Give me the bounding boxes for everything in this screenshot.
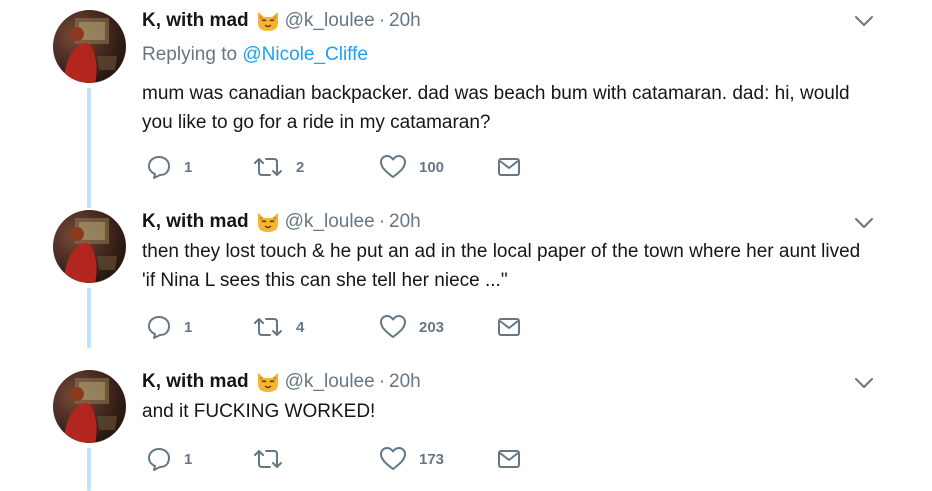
envelope-icon <box>498 450 520 468</box>
thread-line <box>87 88 91 208</box>
reply-count: 1 <box>184 158 193 176</box>
dm-button[interactable] <box>497 153 521 181</box>
reply-icon <box>148 156 170 179</box>
tweet-actions: 1 2 100 <box>142 153 542 181</box>
tweet-text: mum was canadian backpacker. dad was bea… <box>142 83 850 133</box>
avatar[interactable] <box>53 210 126 283</box>
replying-to-label: Replying to <box>142 44 238 65</box>
timestamp[interactable]: 20h <box>389 10 421 32</box>
heart-icon <box>380 155 406 178</box>
reply-button[interactable]: 1 <box>146 153 192 181</box>
separator-dot: · <box>378 371 386 392</box>
envelope-icon <box>498 158 520 176</box>
tweet-header: K, with mad @k_loulee · 20h <box>142 209 421 235</box>
reply-button[interactable]: 1 <box>146 313 192 341</box>
retweet-button[interactable] <box>252 445 296 473</box>
tweet[interactable]: K, with mad @k_loulee · 20h then they lo… <box>0 195 932 348</box>
avatar[interactable] <box>53 370 126 443</box>
like-count: 100 <box>419 158 445 176</box>
retweet-icon <box>254 450 282 468</box>
username[interactable]: @k_loulee <box>285 371 375 393</box>
tweet-actions: 1 173 <box>142 445 542 473</box>
retweet-count: 2 <box>296 158 305 176</box>
avatar[interactable] <box>53 10 126 83</box>
tweet-header: K, with mad @k_loulee · 20h <box>142 8 421 34</box>
tweet[interactable]: K, with mad @k_loulee · 20h and it FUCKI… <box>0 355 932 491</box>
cat-face-emoji-icon <box>255 210 281 234</box>
reply-button[interactable]: 1 <box>146 445 192 473</box>
cat-face-emoji-icon <box>255 9 281 33</box>
timestamp[interactable]: 20h <box>389 371 421 393</box>
tweet-actions: 1 4 203 <box>142 313 542 341</box>
reply-count: 1 <box>184 318 193 336</box>
replying-to: Replying to @Nicole_Cliffe <box>142 44 368 66</box>
tweet-text: and it FUCKING WORKED! <box>142 401 376 422</box>
separator-dot: · <box>378 10 386 31</box>
username[interactable]: @k_loulee <box>285 10 375 32</box>
heart-icon <box>380 315 406 338</box>
tweet-header: K, with mad @k_loulee · 20h <box>142 369 421 395</box>
dm-button[interactable] <box>497 445 521 473</box>
display-name[interactable]: K, with mad <box>142 10 249 32</box>
display-name[interactable]: K, with mad <box>142 371 249 393</box>
reply-count: 1 <box>184 450 193 468</box>
reply-icon <box>148 316 170 339</box>
tweet-text: then they lost touch & he put an ad in t… <box>142 241 861 291</box>
chevron-down-icon[interactable] <box>853 216 875 230</box>
display-name[interactable]: K, with mad <box>142 211 249 233</box>
retweet-button[interactable]: 2 <box>252 153 304 181</box>
heart-icon <box>380 447 406 470</box>
retweet-button[interactable]: 4 <box>252 313 304 341</box>
like-button[interactable]: 100 <box>379 153 444 181</box>
reply-icon <box>148 448 170 471</box>
thread-line <box>87 448 91 491</box>
cat-face-emoji-icon <box>255 370 281 394</box>
username[interactable]: @k_loulee <box>285 211 375 233</box>
like-count: 173 <box>419 450 445 468</box>
chevron-down-icon[interactable] <box>853 14 875 28</box>
separator-dot: · <box>378 211 386 232</box>
like-button[interactable]: 203 <box>379 313 444 341</box>
mention-link[interactable]: @Nicole_Cliffe <box>242 44 368 65</box>
dm-button[interactable] <box>497 313 521 341</box>
timestamp[interactable]: 20h <box>389 211 421 233</box>
tweet[interactable]: K, with mad @k_loulee · 20h Replying to … <box>0 0 932 208</box>
retweet-count: 4 <box>296 318 305 336</box>
like-button[interactable]: 173 <box>379 445 444 473</box>
thread-line <box>87 288 91 348</box>
envelope-icon <box>498 318 520 336</box>
like-count: 203 <box>419 318 445 336</box>
chevron-down-icon[interactable] <box>853 376 875 390</box>
retweet-icon <box>254 318 282 336</box>
retweet-icon <box>254 158 282 176</box>
